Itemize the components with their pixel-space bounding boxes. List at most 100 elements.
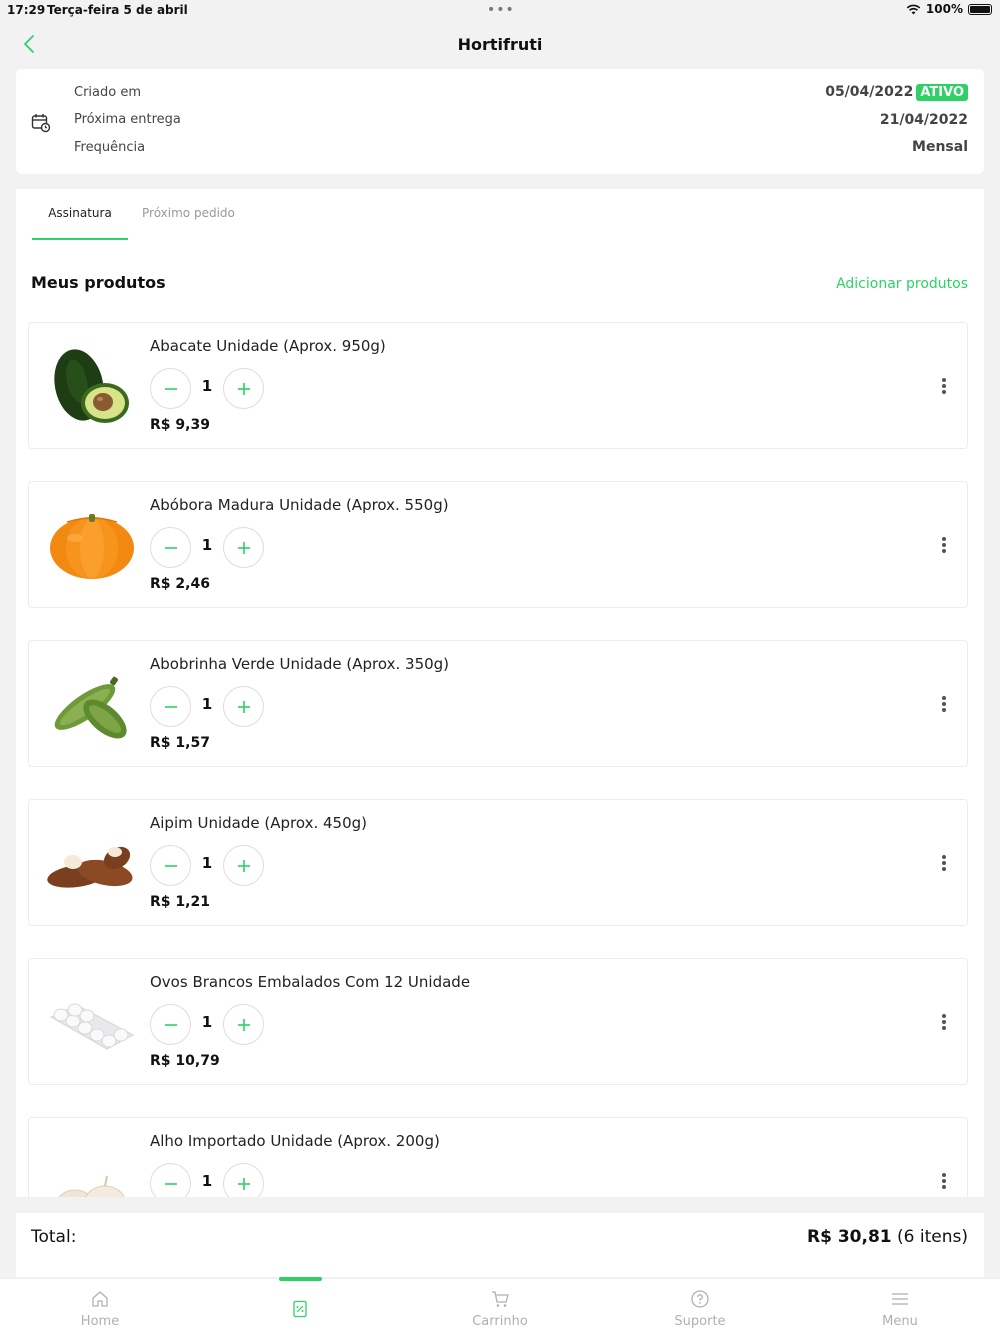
total-label: Total: <box>31 1227 77 1247</box>
increase-quantity-button[interactable] <box>223 368 264 409</box>
product-price: R$ 1,57 <box>150 735 210 751</box>
product-name: Alho Importado Unidade (Aprox. 200g) <box>150 1132 440 1150</box>
frequency-value: Mensal <box>912 139 968 155</box>
product-item: Alho Importado Unidade (Aprox. 200g) 1 <box>28 1117 968 1197</box>
tab-carrinho[interactable]: Carrinho <box>400 1279 600 1334</box>
product-item: Abacate Unidade (Aprox. 950g) 1 R$ 9,39 <box>28 322 968 449</box>
pumpkin-image <box>50 514 134 579</box>
subscription-info-card: Criado em Próxima entrega Frequência 05/… <box>16 69 984 174</box>
frequency-label: Frequência <box>74 140 146 155</box>
status-right: 100% <box>906 2 992 16</box>
status-date: Terça-feira 5 de abril <box>47 3 188 17</box>
menu-icon <box>892 1293 908 1305</box>
created-value: 05/04/2022 <box>825 84 914 100</box>
minus-icon <box>164 387 177 390</box>
more-options-icon[interactable] <box>937 693 951 715</box>
decrease-quantity-button[interactable] <box>150 527 191 568</box>
status-bar: 17:29 Terça-feira 5 de abril ••• 100% <box>0 0 1000 22</box>
total-amount: R$ 30,81 <box>807 1227 892 1247</box>
avocado-image <box>54 349 129 423</box>
plus-icon <box>237 1177 250 1190</box>
decrease-quantity-button[interactable] <box>150 845 191 886</box>
increase-quantity-button[interactable] <box>223 686 264 727</box>
product-name: Ovos Brancos Embalados Com 12 Unidade <box>150 973 471 991</box>
nav-header: Hortifruti <box>0 22 1000 66</box>
page-title: Hortifruti <box>457 35 543 54</box>
zucchini-image <box>54 676 127 739</box>
cart-icon <box>492 1291 509 1307</box>
product-item: Abóbora Madura Unidade (Aprox. 550g) 1 R… <box>28 481 968 608</box>
tab-menu-label: Menu <box>882 1314 918 1329</box>
minus-icon <box>164 864 177 867</box>
decrease-quantity-button[interactable] <box>150 1163 191 1197</box>
tab-menu[interactable]: Menu <box>800 1279 1000 1334</box>
total-amount-row: R$ 30,81 (6 itens) <box>807 1227 968 1247</box>
subscription-icon <box>293 1300 307 1318</box>
plus-icon <box>237 1018 250 1031</box>
add-products-link[interactable]: Adicionar produtos <box>836 276 968 292</box>
increase-quantity-button[interactable] <box>223 1004 264 1045</box>
product-item: Ovos Brancos Embalados Com 12 Unidade 1 … <box>28 958 968 1085</box>
total-bar: Total: R$ 30,81 (6 itens) <box>16 1213 984 1277</box>
minus-icon <box>164 1182 177 1185</box>
next-delivery-label: Próxima entrega <box>74 112 181 127</box>
tab-home-label: Home <box>80 1314 120 1329</box>
tab-proximo-pedido[interactable]: Próximo pedido <box>142 206 235 220</box>
quantity-value: 1 <box>201 377 213 395</box>
more-options-icon[interactable] <box>937 852 951 874</box>
minus-icon <box>164 705 177 708</box>
minus-icon <box>164 1023 177 1026</box>
quantity-value: 1 <box>201 854 213 872</box>
main-content-card: Assinatura Próximo pedido Meus produtos … <box>16 189 984 1197</box>
product-price: R$ 10,79 <box>150 1053 220 1069</box>
home-icon <box>92 1291 108 1307</box>
tab-assinatura[interactable]: Assinatura <box>32 206 128 220</box>
eggs-image <box>49 1003 135 1050</box>
minus-icon <box>164 546 177 549</box>
wifi-icon <box>906 4 921 14</box>
garlic-image <box>58 1175 125 1197</box>
product-price: R$ 9,39 <box>150 417 210 433</box>
more-options-icon[interactable] <box>937 1170 951 1192</box>
plus-icon <box>237 859 250 872</box>
quantity-value: 1 <box>201 536 213 554</box>
tab-home[interactable]: Home <box>0 1279 200 1334</box>
calendar-clock-icon <box>31 114 51 133</box>
increase-quantity-button[interactable] <box>223 845 264 886</box>
tab-suporte-label: Suporte <box>674 1314 726 1329</box>
decrease-quantity-button[interactable] <box>150 1004 191 1045</box>
more-options-icon[interactable] <box>937 1011 951 1033</box>
product-item: Abobrinha Verde Unidade (Aprox. 350g) 1 … <box>28 640 968 767</box>
decrease-quantity-button[interactable] <box>150 686 191 727</box>
created-label: Criado em <box>74 85 141 100</box>
battery-percent: 100% <box>925 2 963 16</box>
status-badge: ATIVO <box>916 84 968 101</box>
cassava-image <box>47 846 133 888</box>
bottom-tab-bar: Home Carrinho Suporte Menu <box>0 1277 1000 1334</box>
product-item: Aipim Unidade (Aprox. 450g) 1 R$ 1,21 <box>28 799 968 926</box>
section-title: Meus produtos <box>31 273 166 292</box>
tab-suporte[interactable]: Suporte <box>600 1279 800 1334</box>
product-price: R$ 1,21 <box>150 894 210 910</box>
product-name: Abobrinha Verde Unidade (Aprox. 350g) <box>150 655 450 673</box>
more-options-icon[interactable] <box>937 375 951 397</box>
next-delivery-value: 21/04/2022 <box>879 112 968 128</box>
multitasking-dots-icon[interactable]: ••• <box>487 2 515 18</box>
quantity-value: 1 <box>201 1013 213 1031</box>
increase-quantity-button[interactable] <box>223 1163 264 1197</box>
support-icon <box>691 1290 709 1308</box>
product-name: Abacate Unidade (Aprox. 950g) <box>150 337 386 355</box>
battery-icon <box>968 3 992 15</box>
increase-quantity-button[interactable] <box>223 527 264 568</box>
tab-subscription[interactable] <box>200 1279 400 1334</box>
quantity-value: 1 <box>201 1172 213 1190</box>
plus-icon <box>237 382 250 395</box>
product-price: R$ 2,46 <box>150 576 210 592</box>
total-item-count: (6 itens) <box>897 1227 968 1247</box>
decrease-quantity-button[interactable] <box>150 368 191 409</box>
product-name: Abóbora Madura Unidade (Aprox. 550g) <box>150 496 449 514</box>
quantity-value: 1 <box>201 695 213 713</box>
created-value-row: 05/04/2022 ATIVO <box>825 84 968 101</box>
more-options-icon[interactable] <box>937 534 951 556</box>
active-tab-indicator <box>32 238 128 240</box>
